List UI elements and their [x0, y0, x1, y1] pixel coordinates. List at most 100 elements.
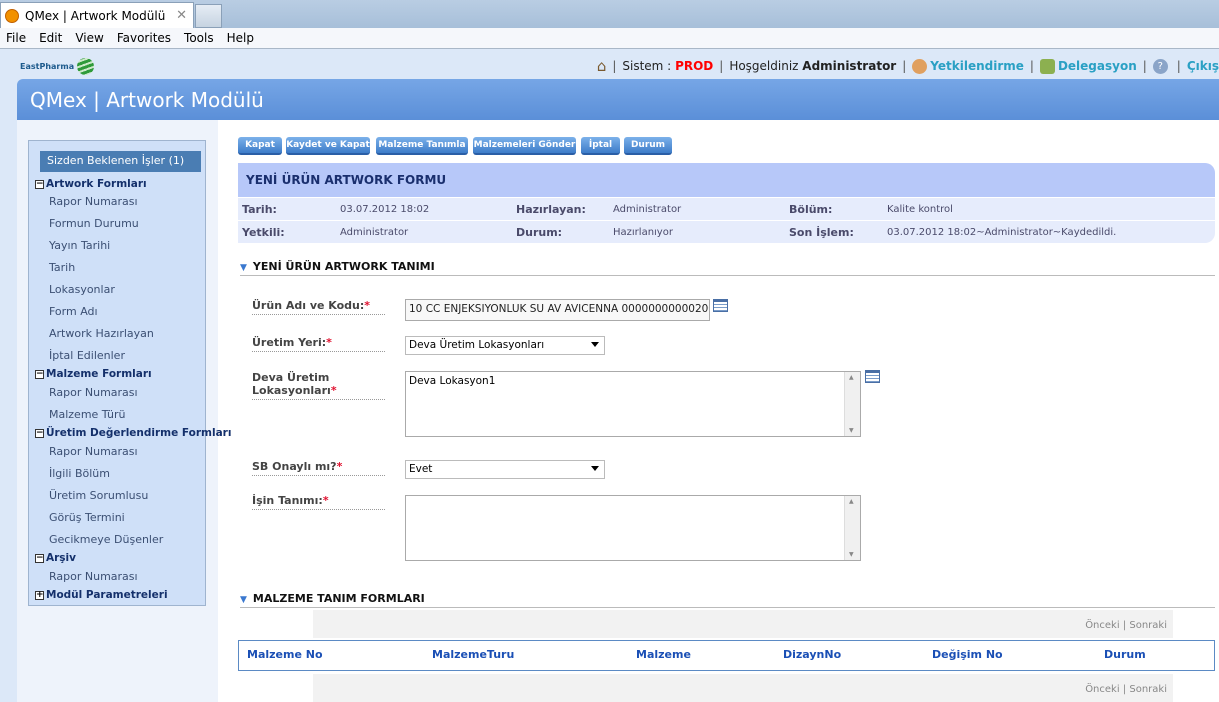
- collapse-triangle-icon[interactable]: ▼: [240, 263, 247, 273]
- sidebar-item[interactable]: Rapor Numarası: [49, 386, 138, 399]
- next-link[interactable]: Sonraki: [1129, 684, 1167, 695]
- sidebar-item[interactable]: Görüş Termini: [49, 511, 125, 524]
- isin-tanimi-textarea[interactable]: [405, 495, 861, 561]
- section-malzeme-formlari[interactable]: ▼ MALZEME TANIM FORMLARI: [240, 592, 1215, 608]
- tab-title: QMex | Artwork Modülü: [25, 8, 166, 23]
- required-mark: *: [330, 384, 337, 397]
- collapse-icon[interactable]: −: [35, 179, 44, 189]
- kaydet-ve-kapat-button[interactable]: Kaydet ve Kapat: [286, 137, 370, 155]
- sidebar-group-parametreler[interactable]: + Modül Parametreleri: [35, 589, 168, 601]
- malzeme-table-header: Malzeme No MalzemeTuru Malzeme DizaynNo …: [238, 640, 1215, 671]
- label-text: Ürün Adı ve Kodu:: [252, 299, 365, 312]
- next-link[interactable]: Sonraki: [1129, 620, 1167, 631]
- sistem-value: PROD: [675, 59, 714, 73]
- menu-help[interactable]: Help: [221, 31, 261, 45]
- lookup-list-icon[interactable]: [865, 370, 880, 383]
- prev-link[interactable]: Önceki: [1085, 620, 1119, 631]
- info-label: Bölüm:: [789, 203, 833, 216]
- sidebar-item[interactable]: Rapor Numarası: [49, 445, 138, 458]
- sidebar-item[interactable]: Lokasyonlar: [49, 283, 115, 296]
- scrollbar[interactable]: [844, 372, 860, 436]
- sidebar-item[interactable]: Tarih: [49, 261, 75, 274]
- new-tab-button[interactable]: [195, 4, 222, 28]
- collapse-triangle-icon[interactable]: ▼: [240, 595, 247, 605]
- sidebar-item[interactable]: Rapor Numarası: [49, 195, 138, 208]
- col-durum[interactable]: Durum: [1104, 648, 1146, 661]
- sidebar-group-malzeme[interactable]: − Malzeme Formları: [35, 368, 152, 380]
- pager-sep: |: [1122, 620, 1127, 631]
- sidebar-item[interactable]: İptal Edilenler: [49, 349, 125, 362]
- section-artwork-tanimi[interactable]: ▼ YENİ ÜRÜN ARTWORK TANIMI: [240, 260, 1215, 276]
- col-malzeme-turu[interactable]: MalzemeTuru: [432, 648, 514, 661]
- app-banner: QMex | Artwork Modülü: [17, 79, 1219, 120]
- collapse-icon[interactable]: −: [35, 428, 44, 438]
- sidebar-item[interactable]: Malzeme Türü: [49, 408, 125, 421]
- section-title: YENİ ÜRÜN ARTWORK TANIMI: [252, 260, 435, 273]
- menu-favorites[interactable]: Favorites: [111, 31, 178, 45]
- user-edit-icon: [912, 58, 928, 74]
- durum-button[interactable]: Durum: [624, 137, 672, 155]
- pager-sep: |: [1122, 684, 1127, 695]
- malzemeleri-gonder-button[interactable]: Malzemeleri Gönder: [473, 137, 576, 155]
- iptal-button[interactable]: İptal: [581, 137, 620, 155]
- label-text: Lokasyonları: [252, 384, 331, 397]
- cikis-link[interactable]: Çıkış: [1187, 59, 1219, 73]
- col-dizayn-no[interactable]: DizaynNo: [783, 648, 841, 661]
- info-label: Yetkili:: [242, 226, 285, 239]
- label-text: Üretim Yeri:: [252, 336, 327, 349]
- urun-label: Ürün Adı ve Kodu:*: [252, 299, 385, 315]
- browser-menu-bar: File Edit View Favorites Tools Help: [0, 28, 1219, 49]
- help-icon[interactable]: ?: [1152, 58, 1168, 74]
- sidebar-item[interactable]: Artwork Hazırlayan: [49, 327, 154, 340]
- sidebar-item[interactable]: Form Adı: [49, 305, 98, 318]
- select-value: Evet: [409, 463, 433, 475]
- home-icon[interactable]: ⌂: [597, 57, 607, 75]
- col-malzeme-no[interactable]: Malzeme No: [247, 648, 323, 661]
- expand-icon[interactable]: +: [35, 590, 44, 600]
- sidebar-item[interactable]: Formun Durumu: [49, 217, 139, 230]
- sidebar-item[interactable]: Yayın Tarihi: [49, 239, 110, 252]
- pager-top: Önceki | Sonraki: [313, 610, 1173, 638]
- pager-bottom: Önceki | Sonraki: [313, 674, 1173, 702]
- group-label: Malzeme Formları: [46, 368, 152, 380]
- prev-link[interactable]: Önceki: [1085, 684, 1119, 695]
- collapse-icon[interactable]: −: [35, 553, 44, 563]
- group-label: Modül Parametreleri: [46, 589, 168, 601]
- collapse-icon[interactable]: −: [35, 369, 44, 379]
- menu-edit[interactable]: Edit: [33, 31, 69, 45]
- yetkilendirme-link[interactable]: Yetkilendirme: [930, 59, 1024, 73]
- sidebar-item[interactable]: Üretim Sorumlusu: [49, 489, 148, 502]
- col-degisim-no[interactable]: Değişim No: [932, 648, 1003, 661]
- sidebar-group-uretim[interactable]: − Üretim Değerlendirme Formları: [35, 427, 231, 439]
- sidebar-item[interactable]: İlgili Bölüm: [49, 467, 110, 480]
- info-label: Tarih:: [242, 203, 277, 216]
- urun-adi-kodu-field[interactable]: 10 CC ENJEKSIYONLUK SU AV AVICENNA 00000…: [405, 299, 710, 321]
- sidebar-group-arsiv[interactable]: − Arşiv: [35, 552, 76, 564]
- info-value: 03.07.2012 18:02~Administrator~Kaydedild…: [887, 227, 1117, 238]
- eastpharma-logo: EastPharma: [20, 58, 95, 75]
- browser-tab[interactable]: QMex | Artwork Modülü ✕: [0, 2, 194, 28]
- sidebar-group-artwork[interactable]: − Artwork Formları: [35, 178, 147, 190]
- lookup-list-icon[interactable]: [713, 299, 728, 312]
- malzeme-tanimla-button[interactable]: Malzeme Tanımla: [376, 137, 468, 155]
- col-malzeme[interactable]: Malzeme: [636, 648, 691, 661]
- uretim-yeri-label: Üretim Yeri:*: [252, 336, 385, 352]
- menu-tools[interactable]: Tools: [178, 31, 221, 45]
- scrollbar[interactable]: [844, 496, 860, 560]
- sb-onayli-select[interactable]: Evet: [405, 460, 605, 479]
- sidebar-pending-tasks[interactable]: Sizden Beklenen İşler (1): [40, 151, 201, 172]
- info-label: Son İşlem:: [789, 226, 854, 239]
- uretim-yeri-select[interactable]: Deva Üretim Lokasyonları: [405, 336, 605, 355]
- menu-file[interactable]: File: [0, 31, 33, 45]
- dropdown-arrow-icon: [591, 466, 599, 471]
- lokasyonlar-textarea[interactable]: Deva Lokasyon1: [405, 371, 861, 437]
- form-info-row: Yetkili: Administrator Durum: Hazırlanıy…: [238, 220, 1215, 242]
- kapat-button[interactable]: Kapat: [238, 137, 282, 155]
- close-tab-icon[interactable]: ✕: [176, 8, 187, 23]
- sidebar-item[interactable]: Gecikmeye Düşenler: [49, 533, 163, 546]
- required-mark: *: [336, 460, 343, 473]
- delegasyon-link[interactable]: Delegasyon: [1058, 59, 1137, 73]
- sidebar-item[interactable]: Rapor Numarası: [49, 570, 138, 583]
- textarea-value: Deva Lokasyon1: [409, 375, 496, 387]
- menu-view[interactable]: View: [69, 31, 110, 45]
